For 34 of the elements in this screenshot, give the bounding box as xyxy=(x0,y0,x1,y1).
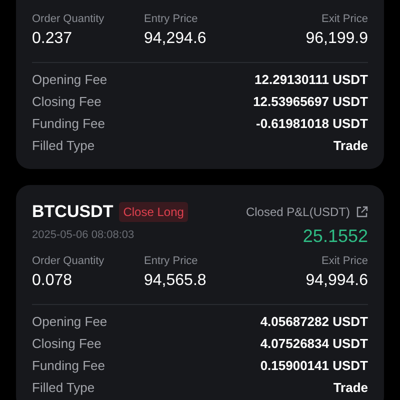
fee-value: -0.61981018 USDT xyxy=(256,115,368,134)
fee-value: 4.05687282 USDT xyxy=(260,313,368,332)
fee-label: Filled Type xyxy=(32,137,95,156)
fee-label: Closing Fee xyxy=(32,335,102,354)
fee-value: 12.29130111 USDT xyxy=(254,71,368,90)
field-value: 0.237 xyxy=(32,29,74,49)
field-label: Order Quantity xyxy=(32,254,106,268)
fee-label: Closing Fee xyxy=(32,93,102,112)
field-label: Exit Price xyxy=(322,12,368,26)
field-value: 94,294.6 xyxy=(144,29,208,49)
symbol-title: BTCUSDT xyxy=(32,201,114,224)
fee-label: Funding Fee xyxy=(32,115,105,134)
field-label: Entry Price xyxy=(144,254,199,268)
field-value: 94,994.6 xyxy=(306,271,368,291)
fee-value: Trade xyxy=(333,137,368,156)
fee-value: 12.53965697 USDT xyxy=(253,93,368,112)
field-label: Order Quantity xyxy=(32,12,106,26)
field-value: 0.078 xyxy=(32,271,74,291)
fee-value: 4.07526834 USDT xyxy=(260,335,368,354)
fee-label: Filled Type xyxy=(32,379,95,398)
fee-label: Opening Fee xyxy=(32,313,108,332)
fee-label: Opening Fee xyxy=(32,71,108,90)
pnl-label: Closed P&L(USDT) xyxy=(246,204,350,221)
fee-value: 0.15900141 USDT xyxy=(260,357,368,376)
fee-value: Trade xyxy=(333,379,368,398)
fee-label: Funding Fee xyxy=(32,357,105,376)
field-label: Entry Price xyxy=(144,12,199,26)
external-link-icon[interactable] xyxy=(356,206,368,218)
pnl-value: 25.1552 xyxy=(302,225,368,248)
timestamp: 2025-05-06 08:08:03 xyxy=(32,228,136,243)
field-label: Exit Price xyxy=(322,254,368,268)
side-tag: Close Long xyxy=(119,202,188,222)
field-value: 94,565.8 xyxy=(144,271,208,291)
field-value: 96,199.9 xyxy=(306,29,368,49)
